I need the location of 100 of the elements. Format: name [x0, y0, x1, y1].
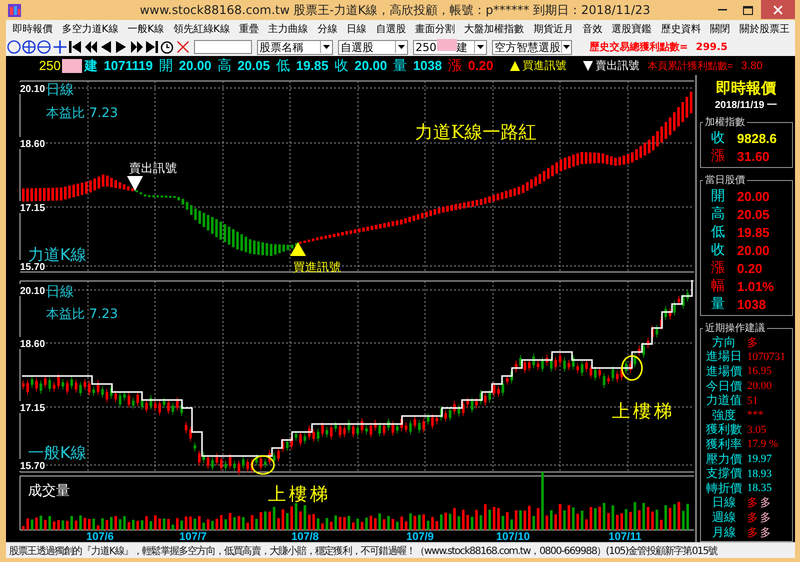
up-triangle-icon	[290, 242, 306, 256]
menu-item[interactable]: 自選股	[371, 22, 410, 36]
chart-name-label: 力道K線	[28, 245, 86, 264]
change-value: 0.20	[468, 58, 494, 73]
circle-icon[interactable]	[6, 40, 21, 54]
quote-date: 1071119	[104, 58, 153, 73]
menu-item[interactable]: 歷史資料	[656, 22, 706, 36]
axis-tick-label: 15.70	[20, 262, 46, 273]
field-value: 19.85	[737, 224, 770, 240]
legend-label: 賣出訊號	[595, 58, 640, 73]
chart-name-label: 一般K線	[28, 443, 86, 462]
field-value: 多	[747, 526, 758, 540]
field-label: 強度	[711, 406, 737, 423]
pe-ratio-label: 本益比 7.23	[46, 307, 118, 322]
period-label: 日線	[46, 284, 74, 300]
dropdown-arrow-icon[interactable]	[320, 41, 332, 53]
field-label: 日線	[711, 494, 737, 511]
field-value: 1038	[737, 296, 766, 312]
play-icon[interactable]	[114, 40, 128, 54]
menu-item[interactable]: 大盤加權指數	[460, 22, 529, 36]
field-label: 開	[711, 187, 726, 205]
down-triangle-icon	[127, 176, 143, 191]
clock-icon[interactable]	[160, 40, 174, 54]
field-value: 多	[760, 510, 771, 525]
quote-label: 收	[334, 56, 349, 74]
menu-item[interactable]: 選股寶鑑	[607, 22, 656, 36]
stock-code-input[interactable]	[194, 40, 252, 54]
field-value: 17.9 %	[747, 438, 778, 450]
close-button[interactable]	[761, 0, 795, 19]
menu-item[interactable]: 即時報價	[8, 22, 58, 36]
field-label: 獲利數	[705, 421, 743, 438]
quote-value: 1038	[413, 58, 442, 73]
cross-icon[interactable]	[176, 40, 190, 54]
menu-item[interactable]: 重疊	[234, 22, 264, 36]
field-value: 18.35	[747, 482, 772, 494]
axis-tick-label: 17.15	[20, 403, 46, 414]
field-label: 收	[711, 129, 726, 147]
axis-tick-label: 18.60	[20, 339, 46, 350]
skip-end-icon[interactable]	[145, 40, 160, 54]
field-label: 壓力價	[705, 450, 743, 467]
plus-icon[interactable]	[52, 40, 67, 54]
close-icon	[773, 4, 783, 14]
stock-code: 250	[39, 58, 61, 73]
skip-start-icon[interactable]	[68, 40, 82, 54]
page-profit-label: 本頁累計獲利點數=	[647, 60, 734, 72]
legend-label: 買進訊號	[522, 59, 566, 73]
axis-date-label: 107/10	[496, 531, 530, 542]
status-text: 股票王透過獨創的『力道K線』，輕鬆掌握多空方向，低買高賣，大賺小賠，穩定獲利，不可錯過喔！（www.stock88168.com.tw，0800-669988）(105)金管投顧新字第015號	[8, 544, 718, 558]
dropdown-arrow-icon[interactable]	[560, 41, 570, 53]
dropdown-arrow-icon[interactable]	[394, 41, 406, 53]
quote-value: 20.00	[354, 58, 388, 73]
field-value: 19.97	[747, 453, 772, 466]
stock-name: 建	[84, 56, 98, 74]
menu-item[interactable]: 畫面分割	[410, 22, 460, 36]
dropdown[interactable]: 自選股	[338, 40, 408, 54]
axis-date-label: 107/7	[179, 531, 207, 542]
annotation-text: 上樓梯	[612, 401, 675, 422]
circle-minus-icon[interactable]	[37, 40, 52, 54]
field-value: 20.05	[737, 206, 770, 222]
menu-item[interactable]: 領先紅綠K線	[168, 22, 234, 36]
up-triangle-icon	[509, 60, 522, 72]
menu-item[interactable]: 日線	[342, 22, 372, 36]
minimize-icon	[718, 9, 726, 11]
menu-item[interactable]: 主力曲線	[264, 22, 313, 36]
group-title: 當日股價	[704, 174, 746, 187]
circle-plus-icon[interactable]	[22, 40, 36, 54]
menu-item[interactable]: 一般K線	[122, 22, 169, 36]
menu-item[interactable]: 關於股票王	[734, 22, 794, 36]
field-label: 力道值	[705, 392, 743, 409]
menu-item[interactable]: 音效	[578, 22, 608, 36]
field-label: 獲利率	[705, 436, 743, 453]
page-profit-value: 3.80	[741, 60, 763, 72]
dropdown[interactable]: 股票名稱	[256, 40, 332, 54]
field-label: 支撐價	[705, 465, 743, 482]
axis-tick-label: 15.70	[20, 461, 46, 472]
field-label: 進場日	[705, 348, 743, 365]
axis-date-label: 107/8	[291, 531, 319, 542]
menu-item[interactable]: 關閉	[706, 22, 735, 36]
field-label: 收	[711, 241, 726, 259]
quote-date: 2018/11/19 一	[714, 99, 778, 112]
field-value: 9828.6	[737, 130, 777, 146]
field-label: 進場價	[705, 362, 743, 380]
quote-label: 高	[217, 56, 232, 74]
field-value: 31.60	[737, 148, 770, 164]
field-label: 月線	[711, 524, 737, 541]
rewind-icon[interactable]	[84, 40, 98, 54]
period-label: 日線	[46, 82, 74, 98]
field-label: 漲	[711, 147, 726, 165]
fast-forward-icon[interactable]	[130, 40, 144, 54]
signal-label: 買進訊號	[293, 260, 341, 274]
dropdown[interactable]: 空方智慧選股	[492, 40, 572, 54]
field-label: 漲	[711, 259, 726, 277]
menu-item[interactable]: 分線	[312, 22, 342, 36]
field-value: 20.00	[747, 380, 772, 392]
menu-item[interactable]: 多空力道K線	[57, 22, 123, 36]
dropdown-arrow-icon[interactable]	[474, 41, 486, 53]
field-value: 18.93	[747, 468, 772, 480]
stock-dropdown[interactable]: 250 建	[412, 40, 486, 54]
menu-item[interactable]: 期貨近月	[528, 22, 578, 36]
total-profit-value: 299.5	[696, 42, 728, 53]
